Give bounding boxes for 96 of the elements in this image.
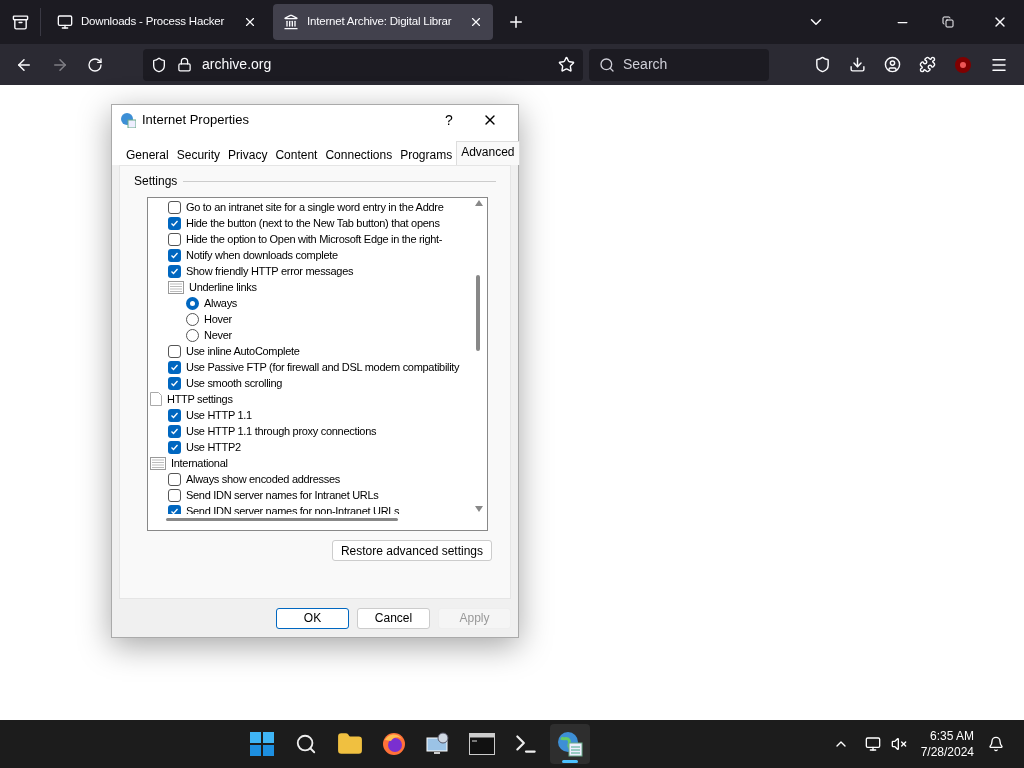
setting-label: Underline links — [189, 279, 257, 295]
checkbox[interactable] — [168, 264, 181, 278]
search-input[interactable]: Search — [623, 54, 743, 75]
page-icon — [150, 392, 162, 406]
extensions-icon[interactable] — [919, 56, 936, 73]
check-icon — [170, 506, 179, 514]
checkbox[interactable] — [168, 472, 181, 486]
restore-icon[interactable] — [942, 16, 954, 28]
setting-label: Never — [204, 327, 232, 343]
lock-icon[interactable] — [177, 57, 192, 72]
folder-icon — [337, 731, 364, 757]
shield-icon[interactable] — [151, 56, 167, 73]
setting-label: International — [171, 455, 228, 471]
search-field[interactable]: Search — [589, 48, 769, 81]
radio-button[interactable] — [186, 296, 199, 310]
dialog-tab[interactable]: Content — [271, 145, 322, 165]
url-text: archive.org — [202, 55, 273, 74]
checkbox[interactable] — [168, 376, 181, 390]
globe-settings-icon — [120, 112, 136, 128]
network-icon[interactable] — [864, 736, 881, 752]
checkbox[interactable] — [168, 344, 181, 358]
new-tab-icon[interactable] — [507, 13, 525, 31]
settings-list[interactable] — [147, 197, 488, 531]
setting-label: Send IDN server names for non-Intranet URLs — [186, 503, 400, 514]
account-icon[interactable] — [884, 56, 901, 73]
checkbox[interactable] — [168, 200, 181, 214]
list-icon — [150, 456, 166, 470]
setting-label: Use Passive FTP (for firewall and DSL modem compatibility — [186, 359, 460, 375]
search-icon — [295, 733, 318, 755]
landmark-icon — [283, 14, 299, 30]
dialog-button[interactable]: Cancel — [357, 607, 430, 629]
setting-label: Hide the button (next to the New Tab button) that opens — [186, 215, 440, 231]
dialog-tab[interactable]: General — [122, 145, 173, 165]
setting-label: Use smooth scrolling — [186, 375, 283, 391]
setting-label: Always show encoded addresses — [186, 471, 340, 487]
console-icon — [469, 733, 496, 755]
reload-icon[interactable] — [87, 56, 103, 73]
checkbox[interactable] — [168, 408, 181, 422]
scroll-up-icon[interactable] — [474, 200, 483, 206]
close-tab-icon[interactable] — [469, 15, 483, 29]
dialog-title: Internet Properties — [142, 111, 250, 130]
restore-button[interactable]: Restore advanced settings — [331, 540, 492, 561]
taskbar-app[interactable] — [550, 724, 591, 764]
dialog-tab[interactable]: Privacy — [224, 145, 272, 165]
monitor-gear-icon — [425, 732, 452, 756]
clock-time[interactable]: 6:35 AM — [930, 728, 974, 744]
clock-date[interactable]: 7/28/2024 — [920, 744, 974, 760]
setting-label: Use inline AutoComplete — [186, 343, 300, 359]
star-icon[interactable] — [558, 56, 575, 73]
checkbox[interactable] — [168, 232, 181, 246]
dialog-tab[interactable]: Security — [172, 145, 225, 165]
monitor-icon — [57, 14, 73, 30]
checkbox[interactable] — [168, 424, 181, 438]
dialog-tab[interactable]: Connections — [321, 145, 397, 165]
check-icon — [170, 218, 179, 228]
setting-label: Always — [204, 295, 238, 311]
dialog-button[interactable]: OK — [276, 607, 349, 629]
windows-logo-icon — [250, 732, 275, 756]
address-bar[interactable]: archive.org — [143, 48, 583, 81]
tab-title: Downloads - Process Hacker — [81, 14, 226, 30]
search-icon — [599, 56, 615, 73]
setting-label: HTTP settings — [167, 391, 233, 407]
help-button[interactable]: ? — [434, 109, 464, 131]
scroll-down-icon[interactable] — [474, 506, 483, 512]
list-icon — [168, 280, 184, 294]
notification-icon[interactable] — [988, 736, 1004, 752]
group-label: Settings — [134, 173, 178, 190]
checkbox[interactable] — [168, 488, 181, 502]
setting-label: Send IDN server names for Intranet URLs — [186, 487, 379, 503]
setting-label: Notify when downloads complete — [186, 247, 338, 263]
checkbox[interactable] — [168, 360, 181, 374]
setting-label: Go to an intranet site for a single word entry in the Addre — [186, 199, 444, 215]
checkbox[interactable] — [168, 440, 181, 454]
close-tab-icon[interactable] — [243, 15, 257, 29]
checkbox[interactable] — [168, 504, 181, 514]
fox-globe-icon — [382, 732, 407, 756]
radio-button[interactable] — [186, 312, 199, 326]
dialog-tab[interactable]: Advanced — [456, 141, 520, 165]
setting-label: Use HTTP 1.1 through proxy connections — [186, 423, 377, 439]
checkbox[interactable] — [168, 216, 181, 230]
muted-speaker-icon[interactable] — [890, 736, 907, 752]
download-icon[interactable] — [849, 56, 866, 73]
setting-label: Use HTTP2 — [186, 439, 241, 455]
browser-tab[interactable]: Downloads - Process Hacker — [47, 4, 267, 40]
globe-settings-icon — [557, 731, 584, 757]
setting-label: Use HTTP 1.1 — [186, 407, 252, 423]
tab-title: Internet Archive: Digital Librar — [307, 14, 453, 30]
checkbox[interactable] — [168, 248, 181, 262]
radio-button[interactable] — [186, 328, 199, 342]
setting-label: Hover — [204, 311, 232, 327]
setting-label: Show friendly HTTP error messages — [186, 263, 354, 279]
dialog-tab[interactable]: Programs — [396, 145, 457, 165]
horizontal-scroll-thumb[interactable] — [166, 518, 398, 521]
browser-tab[interactable]: Internet Archive: Digital Librar — [273, 4, 493, 40]
scroll-thumb[interactable] — [476, 275, 480, 351]
setting-label: Hide the option to Open with Microsoft Edge in the right- — [186, 231, 443, 247]
